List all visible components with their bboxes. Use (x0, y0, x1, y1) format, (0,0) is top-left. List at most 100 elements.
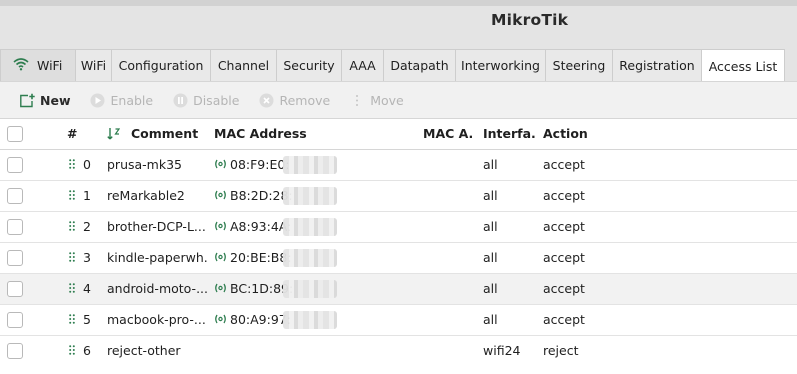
disable-button[interactable]: Disable (171, 81, 239, 119)
row-interface: all (483, 250, 498, 265)
tab-aaa[interactable]: AAA (341, 49, 384, 81)
new-label: New (40, 92, 71, 108)
redacted-mac-blur (283, 156, 337, 174)
column-action[interactable]: Action (543, 119, 588, 150)
column-comment[interactable]: Comment (131, 119, 198, 150)
row-action: accept (543, 188, 585, 203)
tab-wifi[interactable]: WiFi (75, 49, 112, 81)
row-comment: prusa-mk35 (107, 157, 182, 172)
row-interface: all (483, 219, 498, 234)
drag-handle-icon[interactable] (69, 252, 75, 262)
tab-label: Security (283, 58, 335, 73)
tab-channel[interactable]: Channel (210, 49, 277, 81)
tab-label: Interworking (461, 58, 540, 73)
tab-label: Registration (619, 58, 695, 73)
enable-icon (89, 91, 107, 109)
row-checkbox[interactable] (7, 157, 23, 173)
tab-wifi-menu[interactable]: WiFi (0, 49, 76, 81)
column-mac-mask[interactable]: MAC A... (423, 119, 473, 150)
tab-datapath[interactable]: Datapath (383, 49, 456, 81)
table-row[interactable]: 5 macbook-pro-... 80:A9:97: all accept (0, 305, 797, 336)
row-comment: android-moto-... (107, 281, 207, 296)
tab-interworking[interactable]: Interworking (455, 49, 546, 81)
row-action: accept (543, 312, 585, 327)
remove-icon (257, 91, 275, 109)
row-comment: reject-other (107, 343, 181, 358)
mac-link-icon (215, 314, 226, 324)
row-checkbox[interactable] (7, 219, 23, 235)
tab-steering[interactable]: Steering (545, 49, 613, 81)
tab-bar: WiFi WiFi Configuration Channel Security… (0, 41, 797, 82)
tab-configuration[interactable]: Configuration (111, 49, 211, 81)
row-comment: macbook-pro-... (107, 312, 206, 327)
tab-security[interactable]: Security (276, 49, 342, 81)
tab-label: Configuration (118, 58, 204, 73)
move-button[interactable]: Move (348, 81, 404, 119)
row-interface: all (483, 281, 498, 296)
row-interface: all (483, 312, 498, 327)
row-mac-address: 08:F9:E0: (230, 157, 290, 172)
table-row[interactable]: 0 prusa-mk35 08:F9:E0: all accept (0, 150, 797, 181)
row-index: 4 (83, 281, 91, 296)
row-index: 3 (83, 250, 91, 265)
remove-button[interactable]: Remove (257, 81, 330, 119)
mac-link-icon (215, 159, 226, 169)
row-action: accept (543, 250, 585, 265)
drag-handle-icon[interactable] (69, 190, 75, 200)
app-title: MikroTik (491, 11, 569, 29)
row-checkbox[interactable] (7, 343, 23, 359)
new-button[interactable]: New (18, 81, 71, 119)
disable-label: Disable (193, 92, 240, 108)
toolbar: New Enable Disable Remove Move (0, 81, 797, 119)
redacted-mac-blur (283, 311, 337, 329)
table-row[interactable]: 1 reMarkable2 B8:2D:28: all accept (0, 181, 797, 212)
row-checkbox[interactable] (7, 281, 23, 297)
row-index: 5 (83, 312, 91, 327)
tab-label: Access List (708, 58, 778, 74)
row-mac-address: 80:A9:97: (230, 312, 291, 327)
enable-button[interactable]: Enable (89, 81, 154, 119)
drag-handle-icon[interactable] (69, 345, 75, 355)
enable-label: Enable (110, 92, 154, 108)
tab-label: Steering (552, 58, 606, 73)
row-index: 2 (83, 219, 91, 234)
redacted-mac-blur (283, 218, 337, 236)
mac-link-icon (215, 190, 226, 200)
remove-label: Remove (279, 92, 331, 108)
row-checkbox[interactable] (7, 312, 23, 328)
tab-label: WiFi (37, 58, 63, 73)
table-row[interactable]: 2 brother-DCP-L... A8:93:4A: all accept (0, 212, 797, 243)
tab-label: Channel (217, 58, 270, 73)
row-interface: wifi24 (483, 343, 521, 358)
column-index[interactable]: # (67, 119, 77, 150)
drag-handle-icon[interactable] (69, 221, 75, 231)
sort-icon[interactable] (107, 127, 121, 144)
table-row[interactable]: 3 kindle-paperwh... 20:BE:B8: all accept (0, 243, 797, 274)
tab-access-list[interactable]: Access List (701, 49, 785, 82)
row-interface: all (483, 188, 498, 203)
add-icon (18, 91, 36, 109)
drag-handle-icon[interactable] (69, 283, 75, 293)
tab-registration[interactable]: Registration (612, 49, 702, 81)
row-index: 0 (83, 157, 91, 172)
row-action: accept (543, 281, 585, 296)
move-label: Move (370, 92, 404, 108)
column-interface[interactable]: Interfa... (483, 119, 535, 150)
tab-label: AAA (349, 58, 376, 73)
row-interface: all (483, 157, 498, 172)
drag-handle-icon[interactable] (69, 314, 75, 324)
row-comment: reMarkable2 (107, 188, 185, 203)
drag-handle-icon[interactable] (69, 159, 75, 169)
column-mac-address[interactable]: MAC Address (214, 119, 307, 150)
redacted-mac-blur (283, 187, 337, 205)
row-checkbox[interactable] (7, 188, 23, 204)
row-action: accept (543, 219, 585, 234)
table-header: # Comment MAC Address MAC A... Interfa..… (0, 119, 797, 150)
row-comment: brother-DCP-L... (107, 219, 206, 234)
table-row[interactable]: 6 reject-other wifi24 reject (0, 336, 797, 367)
tab-label: Datapath (390, 58, 449, 73)
select-all-checkbox[interactable] (7, 126, 23, 142)
table-row[interactable]: 4 android-moto-... BC:1D:89: all accept (0, 274, 797, 305)
row-checkbox[interactable] (7, 250, 23, 266)
redacted-mac-blur (283, 249, 337, 267)
